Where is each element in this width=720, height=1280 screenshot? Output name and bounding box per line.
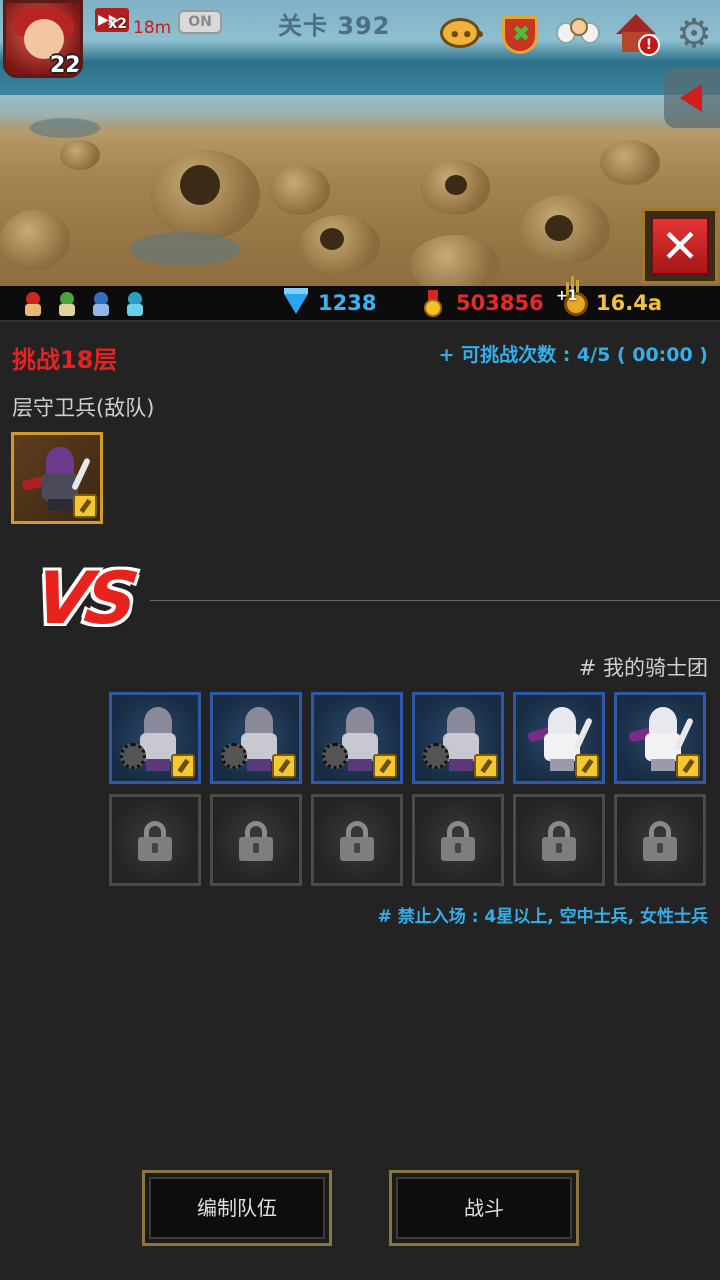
hero-portrait-green[interactable] xyxy=(56,292,78,316)
medal-icon xyxy=(424,290,442,318)
close-icon: ✕ xyxy=(651,217,709,275)
hero-portrait-teal[interactable] xyxy=(124,292,146,316)
resource-bar: 1238 503856 +1 16.4a xyxy=(0,276,720,322)
enemy-guard-slot[interactable] xyxy=(11,432,103,524)
boost-plus: +1 xyxy=(556,288,578,304)
challenge-floor-title: 挑战18层 xyxy=(12,346,118,374)
sword-tag-icon xyxy=(272,754,296,778)
lock-icon xyxy=(542,821,576,861)
house-alert-icon[interactable]: ! xyxy=(614,12,660,56)
sword-tag-icon xyxy=(171,754,195,778)
speed-multiplier: x2 xyxy=(108,16,127,32)
hero-portrait-blue[interactable] xyxy=(90,292,112,316)
team-slot-6[interactable] xyxy=(614,692,706,784)
lock-icon xyxy=(441,821,475,861)
team-slot-2[interactable] xyxy=(210,692,302,784)
gem-count: 1238 xyxy=(318,291,377,315)
alert-icon: ! xyxy=(638,34,660,56)
lock-icon xyxy=(643,821,677,861)
rock-hole xyxy=(180,165,220,205)
sword-tag-icon xyxy=(676,754,700,778)
rock-hole xyxy=(545,215,573,241)
player-level: 22 xyxy=(50,53,81,78)
sea-spray xyxy=(0,95,720,125)
battle-button[interactable]: 战斗 xyxy=(389,1170,579,1246)
side-panel-toggle[interactable] xyxy=(664,68,720,128)
sand-rock xyxy=(270,165,330,215)
rock-hole xyxy=(320,228,344,250)
fast-forward-icon[interactable]: ▶▶ x2 xyxy=(95,8,129,32)
sand-rock xyxy=(60,140,100,170)
edit-team-button[interactable]: 编制队伍 xyxy=(142,1170,332,1246)
battle-label: 战斗 xyxy=(464,1196,504,1220)
arrow-left-icon xyxy=(680,84,702,112)
team-slot-1[interactable] xyxy=(109,692,201,784)
chat-icon[interactable]: ••• xyxy=(438,12,486,56)
sword-tag-icon xyxy=(575,754,599,778)
team-slot-5[interactable] xyxy=(513,692,605,784)
auto-toggle[interactable]: ON xyxy=(178,10,222,34)
guild-badge-icon[interactable]: ✖ xyxy=(498,12,542,56)
vs-divider xyxy=(150,600,720,601)
angel-icon[interactable] xyxy=(556,12,600,56)
gold-rate: 16.4a xyxy=(596,291,662,315)
lock-icon xyxy=(138,821,172,861)
locked-slot-3[interactable] xyxy=(311,794,403,886)
edit-team-label: 编制队伍 xyxy=(197,1196,277,1220)
vs-label: VS xyxy=(30,556,138,640)
locked-slot-1[interactable] xyxy=(109,794,201,886)
sword-tag-icon xyxy=(373,754,397,778)
puddle xyxy=(130,232,240,266)
game-scene: 22 ▶▶ x2 18m ON 关卡 392 ••• ✖ ! ⚙ ✕ xyxy=(0,0,720,286)
enemy-team-label: 层守卫兵(敌队) xyxy=(12,396,155,420)
sword-tag-icon xyxy=(73,494,97,518)
sand-rock xyxy=(600,140,660,185)
puddle xyxy=(30,118,100,138)
team-slot-3[interactable] xyxy=(311,692,403,784)
hero-portrait-red[interactable] xyxy=(22,292,44,316)
gear-icon[interactable]: ⚙ xyxy=(672,12,716,56)
locked-slot-6[interactable] xyxy=(614,794,706,886)
entry-restriction: # 禁止入场 : 4星以上, 空中士兵, 女性士兵 xyxy=(377,907,708,927)
rock-hole xyxy=(445,175,467,195)
sand-rock xyxy=(410,235,500,286)
player-avatar[interactable]: 22 xyxy=(3,0,83,78)
gold-boost-icon: +1 xyxy=(556,268,588,318)
challenge-attempts[interactable]: + 可挑战次数 : 4/5 ( 00:00 ) xyxy=(439,340,708,367)
medal-count: 503856 xyxy=(456,291,544,315)
locked-slot-4[interactable] xyxy=(412,794,504,886)
lock-icon xyxy=(340,821,374,861)
locked-slot-5[interactable] xyxy=(513,794,605,886)
team-slot-4[interactable] xyxy=(412,692,504,784)
sword-tag-icon xyxy=(474,754,498,778)
speed-time-remaining: 18m xyxy=(133,18,172,38)
lock-icon xyxy=(239,821,273,861)
my-team-label: # 我的骑士团 xyxy=(578,656,708,680)
locked-slot-2[interactable] xyxy=(210,794,302,886)
sand-rock xyxy=(0,210,70,270)
stage-title: 关卡 392 xyxy=(278,12,391,40)
close-button[interactable]: ✕ xyxy=(642,208,718,284)
gem-icon xyxy=(284,288,308,314)
